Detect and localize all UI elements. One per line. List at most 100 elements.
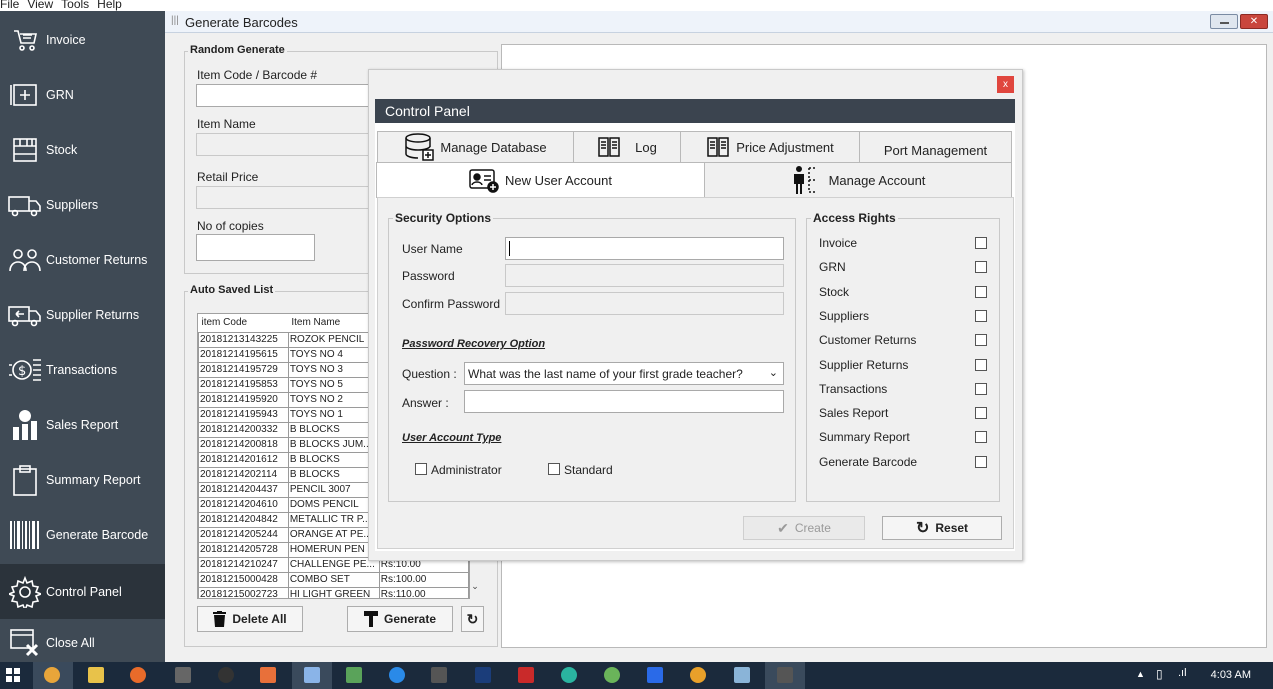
refresh-button[interactable]: ↻ [461, 606, 484, 632]
photoshop-icon[interactable] [475, 667, 491, 683]
app-icon-10[interactable] [690, 667, 706, 683]
cell-item-name: DOMS PENCIL [287, 496, 380, 513]
generate-button[interactable]: Generate [347, 606, 453, 632]
table-row[interactable]: 20181215002723 HI LIGHT GREEN Rs:110.00 [198, 586, 469, 598]
access-right-checkbox[interactable] [975, 309, 987, 322]
sidebar-item-customer-returns[interactable]: Customer Returns [0, 232, 165, 287]
barcode-icon: ||| [171, 15, 179, 26]
tab-price-adjustment[interactable]: Price Adjustment [680, 131, 860, 163]
confirm-password-input[interactable] [505, 292, 784, 315]
tab-port-management[interactable]: Port Management [859, 131, 1012, 163]
app-icon-3[interactable] [260, 667, 276, 683]
cell-item-code: 20181214205244 [198, 526, 289, 543]
grid-scroll-down[interactable]: ⌄ [468, 574, 482, 599]
access-right-checkbox[interactable] [975, 334, 987, 347]
hammer-icon [363, 611, 378, 627]
sidebar-item-transactions[interactable]: $ Transactions [0, 342, 165, 397]
refresh-icon: ↻ [466, 610, 479, 627]
checkmark-icon: ✔ [777, 519, 789, 536]
question-select[interactable]: What was the last name of your first gra… [464, 362, 784, 385]
sidebar-item-grn[interactable]: GRN [0, 67, 165, 122]
sidebar-item-label: Sales Report [46, 417, 119, 432]
app-icon-7[interactable] [518, 667, 534, 683]
windows-start-icon[interactable] [6, 668, 20, 682]
tab-manage-account[interactable]: Manage Account [704, 162, 1012, 198]
arduino-icon[interactable] [561, 667, 577, 683]
access-right-checkbox[interactable] [975, 431, 987, 444]
access-right-checkbox[interactable] [975, 455, 987, 468]
menu-file[interactable]: File [0, 0, 19, 11]
close-window-button[interactable]: ✕ [1240, 14, 1268, 29]
username-input[interactable] [505, 237, 784, 260]
cell-item-name: TOYS NO 3 [287, 361, 380, 378]
tab-log[interactable]: Log [573, 131, 681, 163]
sidebar-item-summary-report[interactable]: Summary Report [0, 452, 165, 507]
dialog-close-button[interactable]: x [997, 76, 1014, 93]
access-right-label: Invoice [819, 236, 858, 250]
column-header-item-code[interactable]: item Code [199, 314, 289, 332]
app-icon-6[interactable] [431, 667, 447, 683]
minimize-button[interactable] [1210, 14, 1238, 29]
sidebar-item-invoice[interactable]: Invoice [0, 12, 165, 67]
table-row[interactable]: 20181215000428 COMBO SET Rs:100.00 [198, 571, 469, 588]
tab-new-user-account[interactable]: New User Account [376, 162, 705, 198]
question-label: Question : [402, 367, 457, 381]
app-icon-4[interactable] [304, 667, 320, 683]
access-right-checkbox[interactable] [975, 407, 987, 420]
network-icon[interactable]: ▯ [1156, 667, 1163, 681]
file-explorer-icon[interactable] [88, 667, 104, 683]
username-label: User Name [402, 242, 463, 256]
administrator-checkbox[interactable] [415, 463, 427, 475]
tab-label: Manage Database [440, 139, 547, 155]
sidebar-item-sales-report[interactable]: Sales Report [0, 397, 165, 452]
app-icon-8[interactable] [604, 667, 620, 683]
android-icon[interactable] [346, 667, 362, 683]
menu-help[interactable]: Help [97, 0, 122, 11]
menu-tools[interactable]: Tools [61, 0, 89, 11]
running-app-icon[interactable] [777, 667, 793, 683]
tray-arrow-icon[interactable]: ▲ [1136, 669, 1145, 679]
app-icon-2[interactable] [218, 667, 234, 683]
access-right-checkbox[interactable] [975, 261, 987, 274]
reset-button[interactable]: ↻ Reset [882, 516, 1002, 540]
sidebar-item-supplier-returns[interactable]: Supplier Returns [0, 287, 165, 342]
access-right-checkbox[interactable] [975, 358, 987, 371]
column-header-item-name[interactable]: Item Name [288, 314, 379, 332]
cell-item-code: 20181215000428 [198, 571, 289, 588]
item-code-input[interactable] [196, 84, 376, 107]
sidebar-item-generate-barcode[interactable]: Generate Barcode [0, 507, 165, 562]
create-button[interactable]: ✔ Create [743, 516, 865, 540]
firefox-icon[interactable] [130, 667, 146, 683]
cell-item-code: 20181214204610 [198, 496, 289, 513]
chrome-icon[interactable] [44, 667, 60, 683]
cell-item-code: 20181214195729 [198, 361, 289, 378]
access-right-checkbox[interactable] [975, 285, 987, 298]
answer-input[interactable] [464, 390, 784, 413]
cell-item-code: 20181214205728 [198, 541, 289, 558]
app-icon-9[interactable] [647, 667, 663, 683]
sidebar-item-suppliers[interactable]: Suppliers [0, 177, 165, 232]
menu-view[interactable]: View [27, 0, 53, 11]
close-icon: x [1003, 79, 1008, 90]
access-right-checkbox[interactable] [975, 237, 987, 249]
sidebar: Invoice GRN Stock Suppliers Customer Ret… [0, 11, 165, 662]
retail-price-label: Retail Price [197, 170, 259, 184]
cell-item-code: 20181214210247 [198, 556, 289, 573]
tab-manage-database[interactable]: Manage Database [377, 131, 574, 163]
access-right-checkbox[interactable] [975, 382, 987, 395]
signal-icon[interactable]: .ıl [1178, 667, 1187, 679]
delete-all-button[interactable]: Delete All [197, 606, 303, 632]
copies-input[interactable] [196, 234, 315, 261]
question-selected-value: What was the last name of your first gra… [468, 367, 743, 381]
app-icon-1[interactable] [175, 667, 191, 683]
retail-price-input[interactable] [196, 186, 376, 209]
app-icon-11[interactable] [734, 667, 750, 683]
sidebar-item-control-panel[interactable]: Control Panel [0, 564, 165, 619]
sidebar-item-stock[interactable]: Stock [0, 122, 165, 177]
password-input[interactable] [505, 264, 784, 287]
clock[interactable]: 4:03 AM [1211, 669, 1251, 681]
app-icon-5[interactable] [389, 667, 405, 683]
standard-checkbox[interactable] [548, 463, 560, 475]
cell-item-code: 20181214195615 [198, 346, 289, 363]
item-name-input[interactable] [196, 133, 376, 156]
